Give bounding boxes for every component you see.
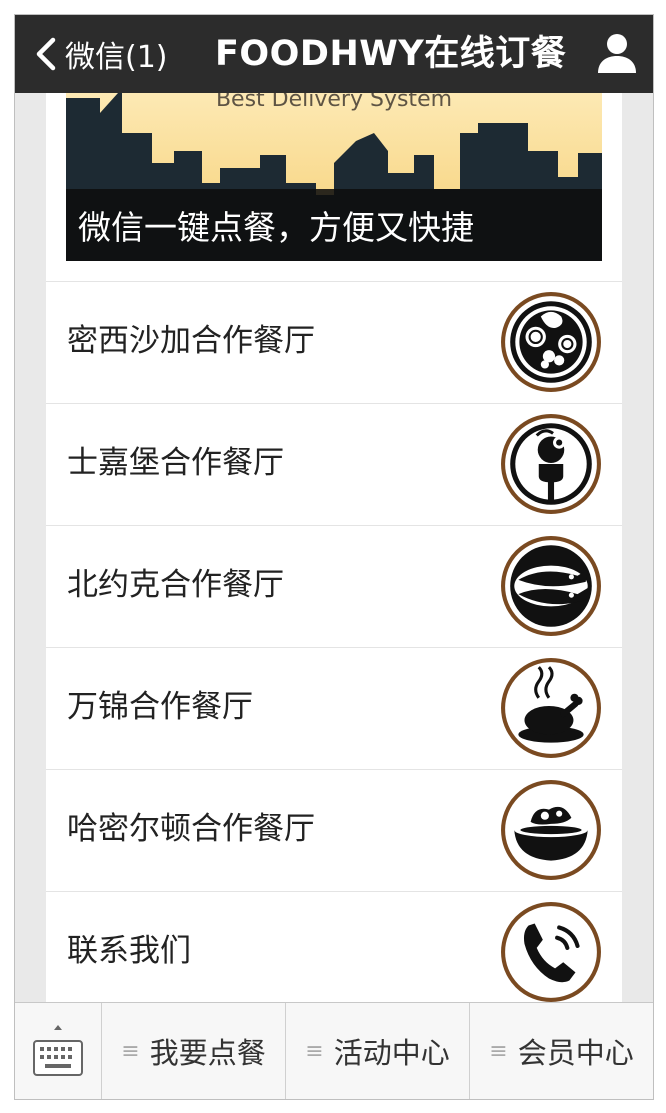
list-item-label: 密西沙加合作餐厅 — [67, 323, 315, 359]
tab-label: 活动中心 — [333, 1036, 450, 1070]
main-content: Best Delivery System 微信一键点餐，方便又快捷 密西沙加合作… — [46, 93, 622, 1015]
phone-icon — [500, 901, 602, 1003]
tab-label: 我要点餐 — [149, 1036, 266, 1070]
list-item-label: 联系我们 — [67, 933, 191, 969]
list-item-label: 北约克合作餐厅 — [67, 567, 284, 603]
keyboard-toggle-button[interactable] — [15, 1003, 102, 1099]
tab-label: 会员中心 — [517, 1036, 634, 1070]
restaurant-list: 密西沙加合作餐厅 士嘉堡合作餐厅 北约克合作餐厅 万锦合作餐厅 哈密尔顿合作餐厅… — [46, 281, 622, 1013]
promo-banner[interactable]: Best Delivery System 微信一键点餐，方便又快捷 — [66, 93, 602, 261]
fork-icon — [500, 413, 602, 515]
list-item[interactable]: 联系我们 — [46, 891, 622, 1013]
page-title: FOODHWY在线订餐 — [215, 34, 567, 74]
list-item[interactable]: 万锦合作餐厅 — [46, 647, 622, 769]
list-item[interactable]: 哈密尔顿合作餐厅 — [46, 769, 622, 891]
fish-plate-icon — [500, 535, 602, 637]
menu-lines-icon: ≡ — [121, 1038, 140, 1064]
menu-lines-icon: ≡ — [305, 1038, 324, 1064]
soup-bowl-icon — [500, 779, 602, 881]
banner-caption: 微信一键点餐，方便又快捷 — [78, 208, 474, 247]
list-item-label: 哈密尔顿合作餐厅 — [67, 811, 315, 847]
salad-plate-icon — [500, 291, 602, 393]
user-icon[interactable] — [595, 31, 639, 75]
menu-lines-icon: ≡ — [489, 1038, 508, 1064]
banner-caption-bar: 微信一键点餐，方便又快捷 — [66, 189, 602, 261]
back-button[interactable]: 微信(1) — [33, 15, 168, 93]
banner-tagline: Best Delivery System — [215, 93, 453, 112]
tab-order-food[interactable]: ≡ 我要点餐 — [102, 1003, 286, 1099]
keyboard-icon — [33, 1025, 83, 1076]
list-item[interactable]: 密西沙加合作餐厅 — [46, 281, 622, 403]
roast-chicken-icon — [500, 657, 602, 759]
list-item-label: 万锦合作餐厅 — [67, 689, 253, 725]
list-item[interactable]: 士嘉堡合作餐厅 — [46, 403, 622, 525]
list-item[interactable]: 北约克合作餐厅 — [46, 525, 622, 647]
nav-bar: 微信(1) FOODHWY在线订餐 — [15, 15, 653, 93]
phone-screen: 微信(1) FOODHWY在线订餐 Best Delivery System 微… — [14, 14, 654, 1100]
tab-activity-center[interactable]: ≡ 活动中心 — [286, 1003, 470, 1099]
back-label: 微信(1) — [65, 40, 168, 75]
tab-member-center[interactable]: ≡ 会员中心 — [470, 1003, 653, 1099]
chevron-left-icon — [36, 37, 56, 71]
list-item-label: 士嘉堡合作餐厅 — [67, 445, 284, 481]
bottom-menu-bar: ≡ 我要点餐 ≡ 活动中心 ≡ 会员中心 — [15, 1002, 653, 1099]
